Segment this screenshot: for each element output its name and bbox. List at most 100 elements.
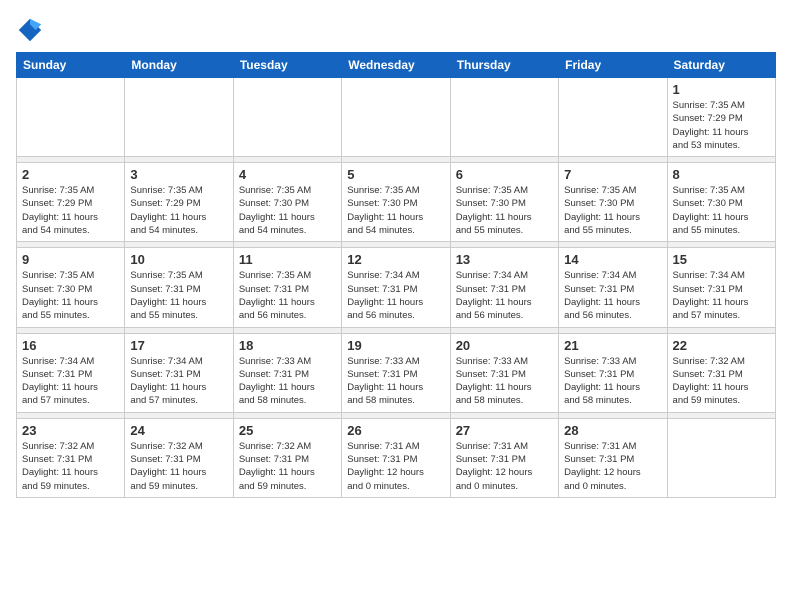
day-number: 24 (130, 423, 227, 438)
calendar-day-cell: 6 Sunrise: 7:35 AMSunset: 7:30 PMDaylight… (450, 163, 558, 242)
calendar-day-cell: 21Sunrise: 7:33 AMSunset: 7:31 PMDayligh… (559, 333, 667, 412)
day-info: Sunrise: 7:34 AMSunset: 7:31 PMDaylight:… (347, 269, 444, 322)
day-info: Sunrise: 7:34 AMSunset: 7:31 PMDaylight:… (456, 269, 553, 322)
day-info: Sunrise: 7:32 AMSunset: 7:31 PMDaylight:… (239, 440, 336, 493)
day-info: Sunrise: 7:34 AMSunset: 7:31 PMDaylight:… (130, 355, 227, 408)
calendar-day-cell: 26 Sunrise: 7:31 AMSunset: 7:31 PMDayligh… (342, 418, 450, 497)
day-number: 17 (130, 338, 227, 353)
day-info: Sunrise: 7:35 AMSunset: 7:30 PMDaylight:… (456, 184, 553, 237)
day-info: Sunrise: 7:35 AMSunset: 7:30 PMDaylight:… (22, 269, 119, 322)
day-info: Sunrise: 7:35 AMSunset: 7:30 PMDaylight:… (239, 184, 336, 237)
day-number: 20 (456, 338, 553, 353)
day-number: 26 (347, 423, 444, 438)
logo (16, 16, 48, 44)
day-info: Sunrise: 7:35 AMSunset: 7:30 PMDaylight:… (347, 184, 444, 237)
logo-icon (16, 16, 44, 44)
calendar-day-cell: 11 Sunrise: 7:35 AMSunset: 7:31 PMDayligh… (233, 248, 341, 327)
calendar-table: SundayMondayTuesdayWednesdayThursdayFrid… (16, 52, 776, 498)
page-header (16, 16, 776, 44)
calendar-day-cell: 13 Sunrise: 7:34 AMSunset: 7:31 PMDayligh… (450, 248, 558, 327)
calendar-day-cell: 16Sunrise: 7:34 AMSunset: 7:31 PMDayligh… (17, 333, 125, 412)
calendar-day-cell (233, 78, 341, 157)
day-info: Sunrise: 7:31 AMSunset: 7:31 PMDaylight:… (564, 440, 661, 493)
calendar-day-cell: 28 Sunrise: 7:31 AMSunset: 7:31 PMDayligh… (559, 418, 667, 497)
calendar-day-cell: 8Sunrise: 7:35 AMSunset: 7:30 PMDaylight… (667, 163, 775, 242)
day-info: Sunrise: 7:35 AMSunset: 7:29 PMDaylight:… (673, 99, 770, 152)
day-number: 13 (456, 252, 553, 267)
day-info: Sunrise: 7:32 AMSunset: 7:31 PMDaylight:… (673, 355, 770, 408)
calendar-day-cell: 5 Sunrise: 7:35 AMSunset: 7:30 PMDaylight… (342, 163, 450, 242)
calendar-day-cell: 19 Sunrise: 7:33 AMSunset: 7:31 PMDayligh… (342, 333, 450, 412)
day-number: 11 (239, 252, 336, 267)
day-number: 19 (347, 338, 444, 353)
calendar-day-cell: 22 Sunrise: 7:32 AMSunset: 7:31 PMDayligh… (667, 333, 775, 412)
day-number: 1 (673, 82, 770, 97)
day-info: Sunrise: 7:35 AMSunset: 7:29 PMDaylight:… (130, 184, 227, 237)
weekday-header-friday: Friday (559, 53, 667, 78)
calendar-day-cell (342, 78, 450, 157)
calendar-day-cell: 3 Sunrise: 7:35 AMSunset: 7:29 PMDaylight… (125, 163, 233, 242)
calendar-day-cell: 24 Sunrise: 7:32 AMSunset: 7:31 PMDayligh… (125, 418, 233, 497)
calendar-day-cell: 15 Sunrise: 7:34 AMSunset: 7:31 PMDayligh… (667, 248, 775, 327)
calendar-day-cell: 23 Sunrise: 7:32 AMSunset: 7:31 PMDayligh… (17, 418, 125, 497)
day-info: Sunrise: 7:32 AMSunset: 7:31 PMDaylight:… (22, 440, 119, 493)
calendar-week-row: 9 Sunrise: 7:35 AMSunset: 7:30 PMDaylight… (17, 248, 776, 327)
calendar-day-cell: 20 Sunrise: 7:33 AMSunset: 7:31 PMDayligh… (450, 333, 558, 412)
calendar-day-cell (559, 78, 667, 157)
day-number: 25 (239, 423, 336, 438)
calendar-week-row: 23 Sunrise: 7:32 AMSunset: 7:31 PMDayligh… (17, 418, 776, 497)
day-number: 10 (130, 252, 227, 267)
day-number: 7 (564, 167, 661, 182)
day-info: Sunrise: 7:34 AMSunset: 7:31 PMDaylight:… (564, 269, 661, 322)
calendar-day-cell: 10 Sunrise: 7:35 AMSunset: 7:31 PMDayligh… (125, 248, 233, 327)
day-info: Sunrise: 7:35 AMSunset: 7:31 PMDaylight:… (130, 269, 227, 322)
day-number: 2 (22, 167, 119, 182)
day-number: 15 (673, 252, 770, 267)
day-info: Sunrise: 7:35 AMSunset: 7:31 PMDaylight:… (239, 269, 336, 322)
calendar-day-cell (17, 78, 125, 157)
calendar-day-cell: 14 Sunrise: 7:34 AMSunset: 7:31 PMDayligh… (559, 248, 667, 327)
day-info: Sunrise: 7:32 AMSunset: 7:31 PMDaylight:… (130, 440, 227, 493)
weekday-header-monday: Monday (125, 53, 233, 78)
day-info: Sunrise: 7:33 AMSunset: 7:31 PMDaylight:… (239, 355, 336, 408)
day-info: Sunrise: 7:34 AMSunset: 7:31 PMDaylight:… (673, 269, 770, 322)
calendar-week-row: 1 Sunrise: 7:35 AMSunset: 7:29 PMDaylight… (17, 78, 776, 157)
day-info: Sunrise: 7:35 AMSunset: 7:30 PMDaylight:… (673, 184, 770, 237)
day-info: Sunrise: 7:33 AMSunset: 7:31 PMDaylight:… (347, 355, 444, 408)
calendar-day-cell: 27 Sunrise: 7:31 AMSunset: 7:31 PMDayligh… (450, 418, 558, 497)
calendar-day-cell: 17 Sunrise: 7:34 AMSunset: 7:31 PMDayligh… (125, 333, 233, 412)
day-info: Sunrise: 7:31 AMSunset: 7:31 PMDaylight:… (456, 440, 553, 493)
calendar-day-cell (450, 78, 558, 157)
calendar-day-cell (667, 418, 775, 497)
calendar-day-cell (125, 78, 233, 157)
day-number: 5 (347, 167, 444, 182)
calendar-day-cell: 4Sunrise: 7:35 AMSunset: 7:30 PMDaylight… (233, 163, 341, 242)
day-number: 3 (130, 167, 227, 182)
day-info: Sunrise: 7:35 AMSunset: 7:30 PMDaylight:… (564, 184, 661, 237)
calendar-week-row: 16Sunrise: 7:34 AMSunset: 7:31 PMDayligh… (17, 333, 776, 412)
day-info: Sunrise: 7:33 AMSunset: 7:31 PMDaylight:… (456, 355, 553, 408)
calendar-day-cell: 25 Sunrise: 7:32 AMSunset: 7:31 PMDayligh… (233, 418, 341, 497)
day-number: 6 (456, 167, 553, 182)
calendar-day-cell: 1 Sunrise: 7:35 AMSunset: 7:29 PMDaylight… (667, 78, 775, 157)
calendar-day-cell: 2 Sunrise: 7:35 AMSunset: 7:29 PMDaylight… (17, 163, 125, 242)
day-info: Sunrise: 7:33 AMSunset: 7:31 PMDaylight:… (564, 355, 661, 408)
weekday-header-sunday: Sunday (17, 53, 125, 78)
day-number: 22 (673, 338, 770, 353)
weekday-header-saturday: Saturday (667, 53, 775, 78)
weekday-header-wednesday: Wednesday (342, 53, 450, 78)
day-number: 14 (564, 252, 661, 267)
day-info: Sunrise: 7:35 AMSunset: 7:29 PMDaylight:… (22, 184, 119, 237)
day-info: Sunrise: 7:31 AMSunset: 7:31 PMDaylight:… (347, 440, 444, 493)
day-number: 23 (22, 423, 119, 438)
weekday-header-thursday: Thursday (450, 53, 558, 78)
day-number: 28 (564, 423, 661, 438)
weekday-header-tuesday: Tuesday (233, 53, 341, 78)
day-number: 27 (456, 423, 553, 438)
day-number: 9 (22, 252, 119, 267)
calendar-day-cell: 9 Sunrise: 7:35 AMSunset: 7:30 PMDaylight… (17, 248, 125, 327)
calendar-day-cell: 12 Sunrise: 7:34 AMSunset: 7:31 PMDayligh… (342, 248, 450, 327)
day-number: 18 (239, 338, 336, 353)
weekday-header-row: SundayMondayTuesdayWednesdayThursdayFrid… (17, 53, 776, 78)
day-number: 12 (347, 252, 444, 267)
